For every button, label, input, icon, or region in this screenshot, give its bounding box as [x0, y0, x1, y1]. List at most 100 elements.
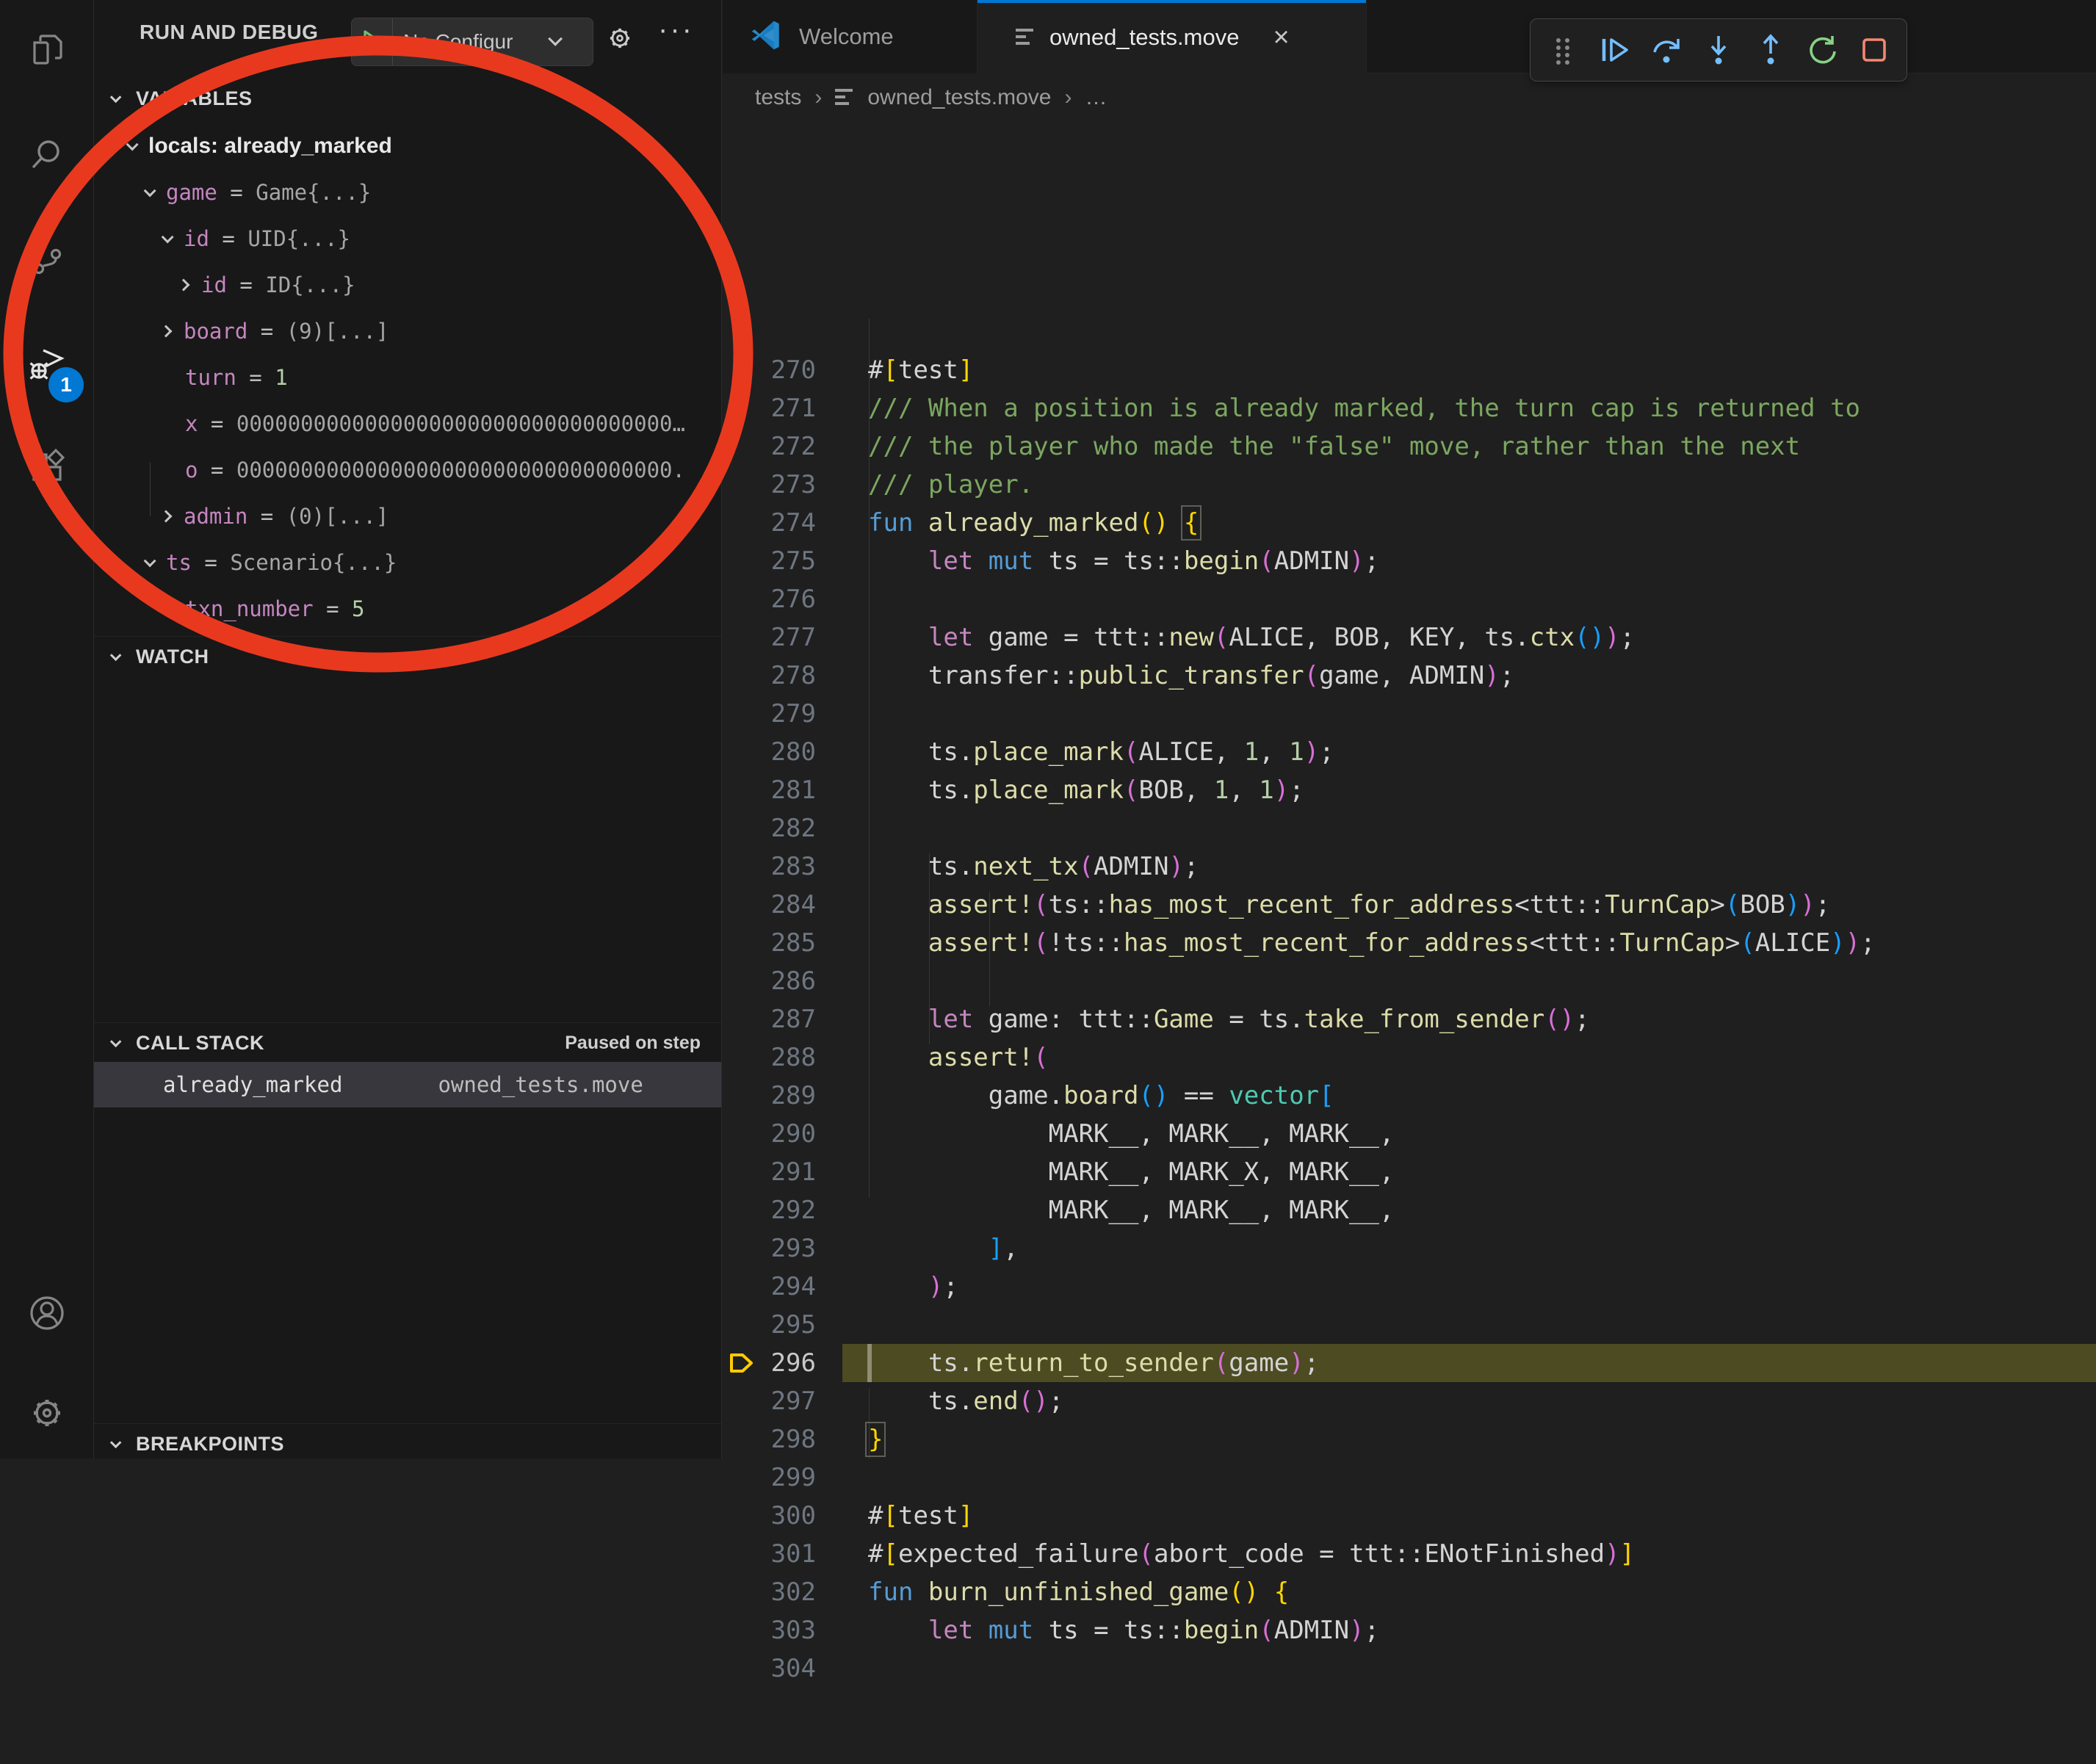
code-line-289[interactable]: 289 game.board() == vector[ [723, 1077, 2096, 1115]
breadcrumb-item-file[interactable]: owned_tests.move [867, 85, 1051, 110]
code-line-292[interactable]: 292 MARK__, MARK__, MARK__, [723, 1191, 2096, 1229]
code-line-301[interactable]: 301#[expected_failure(abort_code = ttt::… [723, 1535, 2096, 1573]
watch-section-header[interactable]: WATCH [94, 636, 721, 677]
code-line-291[interactable]: 291 MARK__, MARK_X, MARK__, [723, 1153, 2096, 1191]
call-stack-frame-row[interactable]: already_marked owned_tests.move [94, 1062, 721, 1107]
step-into-icon[interactable] [1701, 32, 1736, 68]
extensions-icon[interactable] [28, 448, 66, 486]
launch-configuration-dropdown[interactable]: No Configur [351, 18, 593, 66]
code-line-276[interactable]: 276 [723, 580, 2096, 618]
code-line-300[interactable]: 300#[test] [723, 1497, 2096, 1535]
code-line-275[interactable]: 275 let mut ts = ts::begin(ADMIN); [723, 542, 2096, 580]
tab-owned-tests-move[interactable]: owned_tests.move × [977, 0, 1367, 74]
code-line-270[interactable]: 270#[test] [723, 351, 2096, 389]
code-line-283[interactable]: 283 ts.next_tx(ADMIN); [723, 847, 2096, 886]
code-line-280[interactable]: 280 ts.place_mark(ALICE, 1, 1); [723, 733, 2096, 771]
line-number[interactable]: 297 [723, 1382, 816, 1420]
breadcrumb-item-tests[interactable]: tests [755, 85, 801, 110]
code-line-282[interactable]: 282 [723, 809, 2096, 847]
code-line-304[interactable]: 304 [723, 1649, 2096, 1688]
chevron-down-icon[interactable] [144, 554, 156, 567]
variable-row-admin[interactable]: admin = (0)[...] [94, 493, 721, 539]
code-line-288[interactable]: 288 assert!( [723, 1038, 2096, 1077]
code-line-278[interactable]: 278 transfer::public_transfer(game, ADMI… [723, 657, 2096, 695]
line-number[interactable]: 284 [723, 886, 816, 924]
chevron-down-icon[interactable] [144, 184, 156, 197]
line-number[interactable]: 275 [723, 542, 816, 580]
line-number[interactable]: 290 [723, 1115, 816, 1153]
code-line-294[interactable]: 294 ); [723, 1268, 2096, 1306]
line-number[interactable]: 301 [723, 1535, 816, 1573]
code-line-290[interactable]: 290 MARK__, MARK__, MARK__, [723, 1115, 2096, 1153]
restart-icon[interactable] [1804, 32, 1840, 68]
line-number[interactable]: 289 [723, 1077, 816, 1115]
account-icon[interactable] [28, 1294, 66, 1332]
step-out-icon[interactable] [1753, 32, 1788, 68]
variable-row-scope[interactable]: locals: already_marked [94, 123, 721, 169]
code-line-272[interactable]: 272/// the player who made the "false" m… [723, 427, 2096, 466]
line-number[interactable]: 283 [723, 847, 816, 886]
stop-icon[interactable] [1857, 32, 1892, 68]
line-number[interactable]: 279 [723, 695, 816, 733]
step-over-icon[interactable] [1649, 32, 1684, 68]
variable-row-id[interactable]: id = UID{...} [94, 215, 721, 261]
code-line-297[interactable]: 297 ts.end(); [723, 1382, 2096, 1420]
variable-row-o[interactable]: o = 0000000000000000000000000000000000. [94, 447, 721, 493]
line-number[interactable]: 273 [723, 466, 816, 504]
variable-row-turn[interactable]: turn = 1 [94, 354, 721, 400]
code-line-273[interactable]: 273/// player. [723, 466, 2096, 504]
start-debug-icon[interactable] [352, 18, 393, 65]
variable-row-ts[interactable]: ts = Scenario{...} [94, 539, 721, 585]
chevron-right-icon[interactable] [160, 325, 173, 337]
chevron-right-icon[interactable] [178, 278, 190, 291]
line-number[interactable]: 304 [723, 1649, 816, 1688]
code-line-296[interactable]: 296 ts.return_to_sender(game); [723, 1344, 2096, 1382]
line-number[interactable]: 295 [723, 1306, 816, 1344]
code-line-271[interactable]: 271/// When a position is already marked… [723, 389, 2096, 427]
code-line-274[interactable]: 274fun already_marked() { [723, 504, 2096, 542]
explorer-icon[interactable] [28, 31, 66, 69]
code-line-281[interactable]: 281 ts.place_mark(BOB, 1, 1); [723, 771, 2096, 809]
variables-section-header[interactable]: VARIABLES [94, 78, 721, 119]
line-number[interactable]: 276 [723, 580, 816, 618]
chevron-down-icon[interactable] [126, 138, 139, 151]
code-line-298[interactable]: 298} [723, 1420, 2096, 1458]
breadcrumb-item-symbol[interactable]: … [1085, 85, 1107, 110]
more-actions-icon[interactable]: ··· [658, 13, 694, 46]
code-line-284[interactable]: 284 assert!(ts::has_most_recent_for_addr… [723, 886, 2096, 924]
line-number[interactable]: 274 [723, 504, 816, 542]
debug-settings-gear-icon[interactable] [605, 24, 635, 57]
variable-row-id[interactable]: id = ID{...} [94, 261, 721, 308]
line-number[interactable]: 291 [723, 1153, 816, 1191]
code-line-286[interactable]: 286 [723, 962, 2096, 1000]
variable-row-txn_number[interactable]: txn_number = 5 [94, 585, 721, 632]
search-icon[interactable] [28, 135, 66, 173]
settings-gear-icon[interactable] [28, 1394, 66, 1432]
code-line-285[interactable]: 285 assert!(!ts::has_most_recent_for_add… [723, 924, 2096, 962]
line-number[interactable]: 294 [723, 1268, 816, 1306]
line-number[interactable]: 302 [723, 1573, 816, 1611]
chevron-right-icon[interactable] [160, 510, 173, 522]
code-line-295[interactable]: 295 [723, 1306, 2096, 1344]
continue-icon[interactable] [1597, 32, 1633, 68]
code-line-293[interactable]: 293 ], [723, 1229, 2096, 1268]
code-editor[interactable]: 270#[test]271/// When a position is alre… [723, 122, 2096, 1458]
line-number[interactable]: 278 [723, 657, 816, 695]
drag-grip-icon[interactable] [1545, 32, 1580, 68]
line-number[interactable]: 300 [723, 1497, 816, 1535]
line-number[interactable]: 298 [723, 1420, 816, 1458]
line-number[interactable]: 288 [723, 1038, 816, 1077]
code-line-299[interactable]: 299 [723, 1458, 2096, 1497]
source-control-icon[interactable] [28, 239, 66, 278]
variable-row-game[interactable]: game = Game{...} [94, 169, 721, 215]
code-line-303[interactable]: 303 let mut ts = ts::begin(ADMIN); [723, 1611, 2096, 1649]
variable-row-board[interactable]: board = (9)[...] [94, 308, 721, 354]
line-number[interactable]: 293 [723, 1229, 816, 1268]
line-number[interactable]: 272 [723, 427, 816, 466]
variable-row-x[interactable]: x = 0000000000000000000000000000000000… [94, 400, 721, 447]
code-line-287[interactable]: 287 let game: ttt::Game = ts.take_from_s… [723, 1000, 2096, 1038]
close-tab-icon[interactable]: × [1273, 24, 1289, 51]
line-number[interactable]: 277 [723, 618, 816, 657]
line-number[interactable]: 287 [723, 1000, 816, 1038]
call-stack-section-header[interactable]: CALL STACK Paused on step [94, 1022, 721, 1063]
